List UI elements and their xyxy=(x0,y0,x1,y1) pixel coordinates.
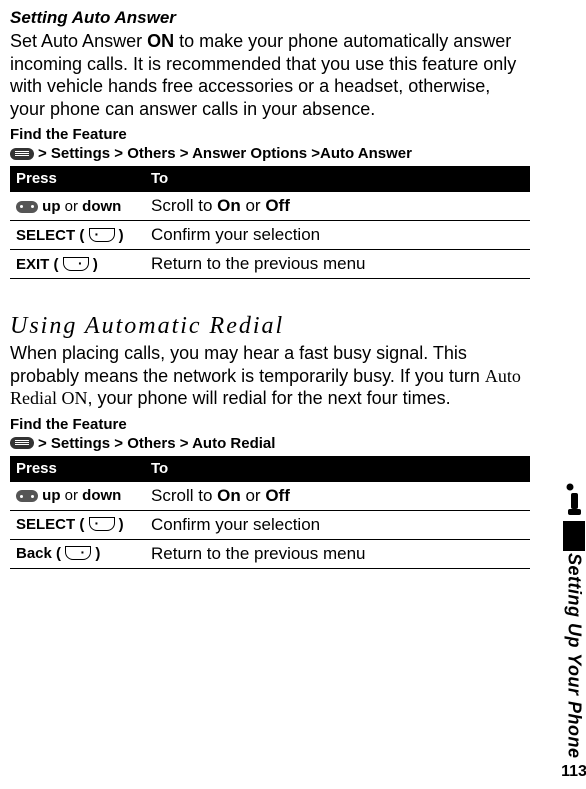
softkey-right-icon xyxy=(63,257,89,271)
press-label: EXIT ( xyxy=(16,256,63,273)
table-header-row: Press To xyxy=(10,166,530,192)
section-paragraph: When placing calls, you may hear a fast … xyxy=(10,342,530,410)
section-heading: Setting Auto Answer xyxy=(10,8,530,28)
press-label: SELECT ( xyxy=(16,227,89,244)
press-suffix: down xyxy=(78,198,121,215)
press-cell: EXIT ( ) xyxy=(10,250,145,279)
col-to: To xyxy=(145,456,530,482)
vertical-section-title: Setting Up Your Phone xyxy=(564,553,585,759)
para-prefix: When placing calls, you may hear a fast … xyxy=(10,343,485,386)
actions-table: Press To up or down Scroll to On or Off … xyxy=(10,456,530,569)
nav-icon xyxy=(16,201,38,213)
feature-path: > Settings > Others > Auto Redial xyxy=(10,435,530,452)
para-on: ON xyxy=(147,31,174,51)
section-tab xyxy=(563,521,585,551)
menu-icon xyxy=(10,148,34,160)
section-heading: Using Automatic Redial xyxy=(10,313,530,340)
softkey-left-icon xyxy=(89,228,115,242)
softkey-right-icon xyxy=(65,546,91,560)
to-cell: Scroll to On or Off xyxy=(145,192,530,221)
table-row: up or down Scroll to On or Off xyxy=(10,481,530,510)
press-prefix: up xyxy=(38,198,65,215)
para-prefix: Set Auto Answer xyxy=(10,31,147,51)
to-b1: On xyxy=(217,196,241,215)
find-feature-label: Find the Feature xyxy=(10,126,530,143)
feature-path: > Settings > Others > Answer Options >Au… xyxy=(10,145,530,162)
softkey-left-icon xyxy=(89,517,115,531)
sidebar: Setting Up Your Phone 113 xyxy=(562,483,586,781)
to-mid: or xyxy=(241,486,266,505)
to-cell: Confirm your selection xyxy=(145,221,530,250)
find-feature-label: Find the Feature xyxy=(10,416,530,433)
to-prefix: Scroll to xyxy=(151,486,217,505)
to-cell: Confirm your selection xyxy=(145,510,530,539)
col-press: Press xyxy=(10,166,145,192)
to-b2: Off xyxy=(265,486,290,505)
path-text: > Settings > Others > Auto Redial xyxy=(38,435,275,452)
press-prefix: up xyxy=(38,487,65,504)
table-header-row: Press To xyxy=(10,456,530,482)
actions-table: Press To up or down Scroll to On or Off … xyxy=(10,166,530,279)
press-after: ) xyxy=(115,516,124,533)
to-mid: or xyxy=(241,196,266,215)
press-label: Back ( xyxy=(16,545,65,562)
page-number: 113 xyxy=(561,763,586,781)
press-cell: Back ( ) xyxy=(10,539,145,568)
section-paragraph: Set Auto Answer ON to make your phone au… xyxy=(10,30,530,120)
press-after: ) xyxy=(115,227,124,244)
press-cell: SELECT ( ) xyxy=(10,221,145,250)
press-mid: or xyxy=(65,198,78,215)
table-row: SELECT ( ) Confirm your selection xyxy=(10,221,530,250)
phone-icon xyxy=(564,483,584,517)
table-row: up or down Scroll to On or Off xyxy=(10,192,530,221)
to-cell: Return to the previous menu xyxy=(145,250,530,279)
press-cell: up or down xyxy=(10,481,145,510)
press-after: ) xyxy=(91,545,100,562)
table-row: SELECT ( ) Confirm your selection xyxy=(10,510,530,539)
to-cell: Return to the previous menu xyxy=(145,539,530,568)
press-cell: SELECT ( ) xyxy=(10,510,145,539)
to-prefix: Scroll to xyxy=(151,196,217,215)
to-cell: Scroll to On or Off xyxy=(145,481,530,510)
to-b1: On xyxy=(217,486,241,505)
press-label: SELECT ( xyxy=(16,516,89,533)
press-after: ) xyxy=(89,256,98,273)
table-row: EXIT ( ) Return to the previous menu xyxy=(10,250,530,279)
press-mid: or xyxy=(65,487,78,504)
menu-icon xyxy=(10,437,34,449)
table-row: Back ( ) Return to the previous menu xyxy=(10,539,530,568)
col-to: To xyxy=(145,166,530,192)
path-text: > Settings > Others > Answer Options >Au… xyxy=(38,145,412,162)
para-suffix: , your phone will redial for the next fo… xyxy=(87,388,450,408)
press-suffix: down xyxy=(78,487,121,504)
to-b2: Off xyxy=(265,196,290,215)
col-press: Press xyxy=(10,456,145,482)
press-cell: up or down xyxy=(10,192,145,221)
nav-icon xyxy=(16,490,38,502)
